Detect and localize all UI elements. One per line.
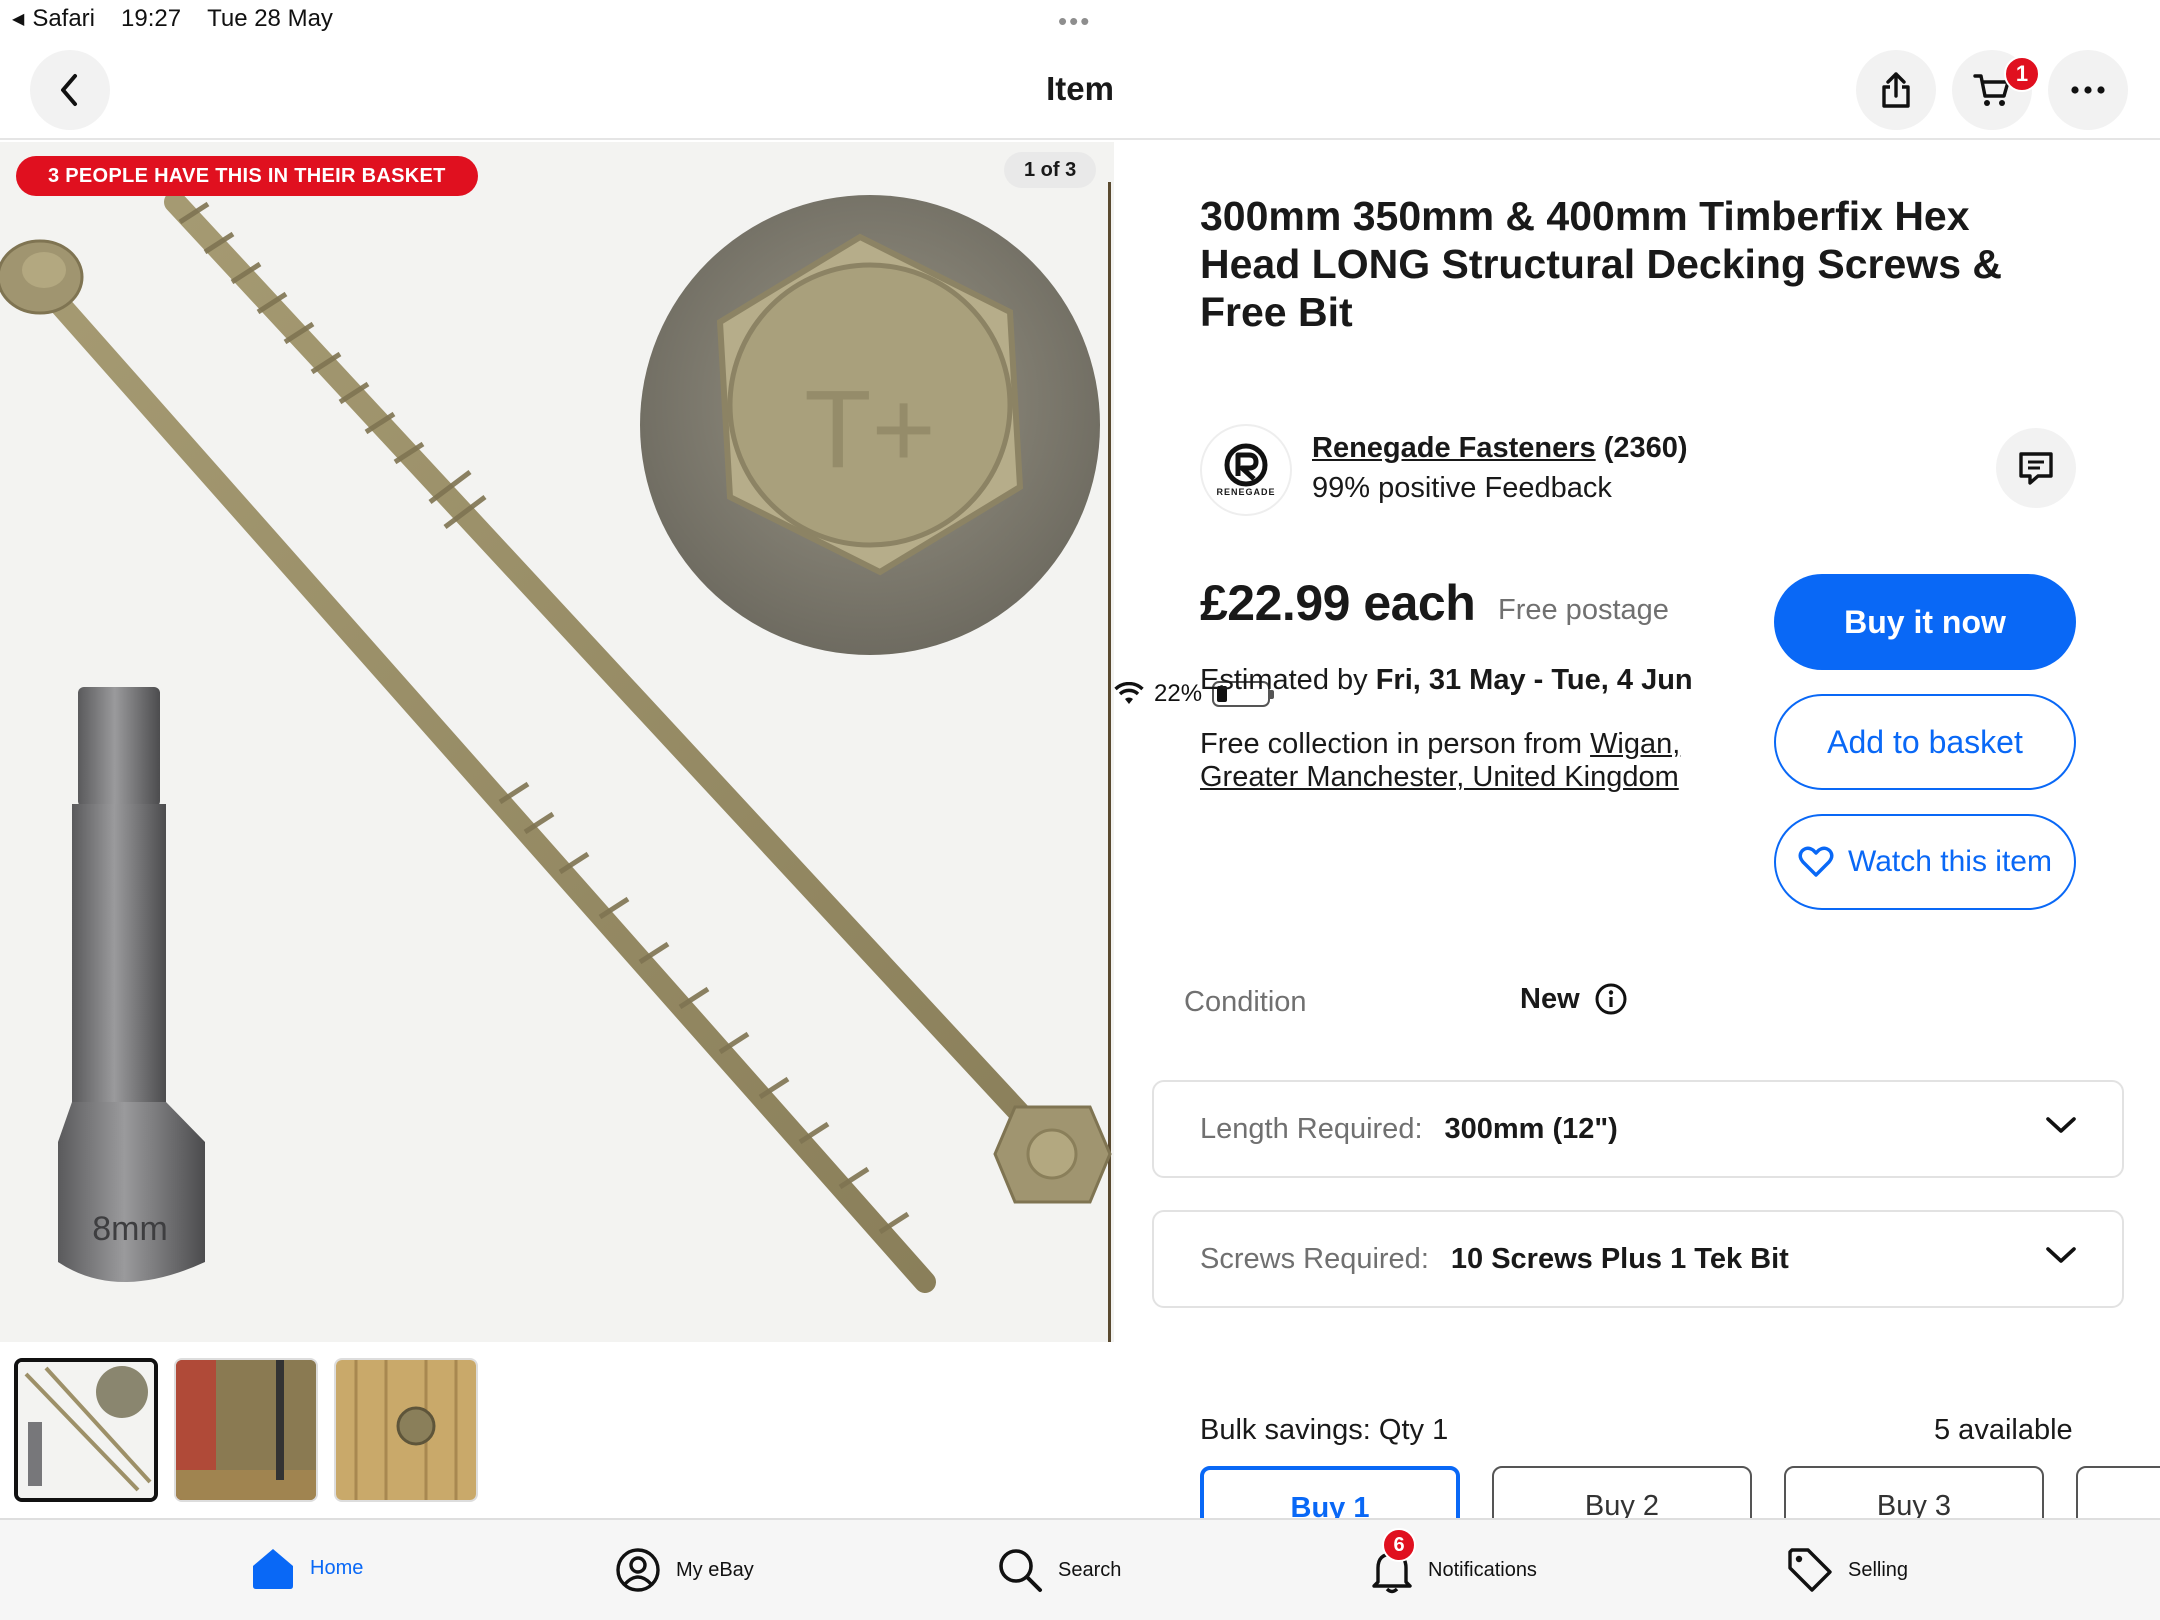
status-time: 19:27 [121, 5, 182, 32]
seller-feedback-count: (2360) [1603, 432, 1688, 464]
image-counter: 1 of 3 [1004, 152, 1097, 188]
bulk-savings-label: Bulk savings: Qty 1 [1200, 1414, 1449, 1446]
back-to-safari[interactable]: ◀ Safari [12, 5, 95, 33]
multitask-dots-icon[interactable]: ••• [1058, 6, 1091, 37]
seller-name[interactable]: Renegade Fasteners [1312, 432, 1596, 464]
status-date: Tue 28 May [207, 5, 333, 32]
seller-feedback: 99% positive Feedback [1312, 472, 1612, 504]
more-options-button[interactable] [2048, 50, 2128, 130]
delivery-estimate: Estimated by Fri, 31 May - Tue, 4 Jun [1200, 664, 1693, 697]
share-icon [1882, 72, 1910, 108]
share-button[interactable] [1856, 50, 1936, 130]
tab-notifications[interactable]: 6 Notifications [1370, 1528, 1537, 1594]
condition-value-row: New [1520, 982, 1628, 1016]
buy-2-option[interactable]: Buy 2 [1492, 1466, 1752, 1526]
seller-logo-text: RENEGADE [1216, 487, 1276, 497]
buy-3-option[interactable]: Buy 3 [1784, 1466, 2044, 1526]
collection-prefix: Free collection in person from [1200, 728, 1591, 760]
estimated-prefix: Estimated by [1200, 664, 1376, 696]
tab-home-label: Home [310, 1556, 364, 1579]
add-to-basket-button[interactable]: Add to basket [1774, 694, 2076, 790]
home-icon [253, 1549, 293, 1589]
thumbnail-strip [14, 1358, 478, 1502]
item-details: 300mm 350mm & 400mm Timberfix Hex Head L… [1114, 142, 2160, 1526]
tab-notifications-label: Notifications [1428, 1558, 1537, 1581]
status-bar: ◀ Safari 19:27 Tue 28 May ••• 22% [0, 0, 2160, 707]
collection-info: Free collection in person from Wigan, Gr… [1200, 728, 1720, 794]
thumbnail-1[interactable] [14, 1358, 158, 1502]
bulk-buy-options: Buy 1 Buy 2 Buy 3 [1200, 1466, 2160, 1526]
bottom-tab-bar: Home My eBay Search 6 Notifications Sell… [0, 1518, 2160, 1620]
condition-value: New [1520, 982, 1580, 1015]
bit-size-text: 8mm [92, 1210, 168, 1248]
notifications-count-badge: 6 [1382, 1528, 1416, 1562]
heart-icon [1798, 846, 1834, 877]
tag-icon [1788, 1548, 1832, 1592]
top-navigation: Item 1 [0, 40, 2160, 140]
chevron-down-icon [2046, 1247, 2076, 1263]
length-required-value: 300mm (12") [1444, 1112, 1618, 1145]
tab-selling-label: Selling [1848, 1558, 1909, 1581]
estimated-dates: Fri, 31 May - Tue, 4 Jun [1375, 664, 1693, 696]
available-count: 5 available [1934, 1414, 2073, 1446]
chevron-down-icon [2046, 1117, 2076, 1133]
buy-1-option[interactable]: Buy 1 [1200, 1466, 1460, 1526]
basket-count-banner: 3 PEOPLE HAVE THIS IN THEIR BASKET [16, 156, 478, 196]
product-main-image[interactable]: T+ 8mm [0, 142, 1114, 1342]
length-required-label: Length Required: [1200, 1112, 1423, 1145]
renegade-logo-icon [1224, 443, 1268, 487]
screws-required-value: 10 Screws Plus 1 Tek Bit [1450, 1242, 1789, 1275]
watch-item-button[interactable]: Watch this item [1774, 814, 2076, 910]
back-app-label: Safari [32, 5, 96, 32]
more-dots-icon [2071, 86, 2105, 94]
screws-required-select[interactable]: Screws Required: 10 Screws Plus 1 Tek Bi… [1152, 1210, 2124, 1308]
user-icon [616, 1548, 660, 1592]
watch-item-label: Watch this item [1848, 845, 2052, 878]
thumbnail-2[interactable] [174, 1358, 318, 1502]
tab-selling[interactable]: Selling [1786, 1546, 1908, 1594]
product-image-gallery[interactable]: T+ 8mm 3 PEOPLE HAVE THIS IN THEIR BASKE… [0, 142, 1114, 1342]
tab-my-ebay[interactable]: My eBay [614, 1546, 754, 1594]
seller-logo[interactable]: RENEGADE [1200, 424, 1292, 516]
length-required-select[interactable]: Length Required: 300mm (12") [1152, 1080, 2124, 1178]
cart-button[interactable]: 1 [1952, 50, 2040, 130]
search-icon [999, 1549, 1042, 1592]
tab-search-label: Search [1058, 1558, 1122, 1581]
screws-required-label: Screws Required: [1200, 1242, 1429, 1275]
back-triangle-icon: ◀ [12, 11, 25, 28]
thumbnail-3[interactable] [334, 1358, 478, 1502]
postage-info: Free postage [1498, 594, 1669, 626]
svg-text:T+: T+ [804, 368, 935, 491]
page-title: Item [1046, 70, 1114, 107]
contact-seller-button[interactable] [1996, 428, 2076, 508]
tab-my-ebay-label: My eBay [676, 1558, 754, 1581]
item-price: £22.99 each [1200, 575, 1476, 631]
buy-more-option[interactable] [2076, 1466, 2160, 1526]
buy-it-now-button[interactable]: Buy it now [1774, 574, 2076, 670]
tab-home[interactable]: Home [250, 1546, 363, 1590]
seller-name-link[interactable]: Renegade Fasteners (2360) [1312, 432, 1688, 465]
product-title: 300mm 350mm & 400mm Timberfix Hex Head L… [1200, 193, 2003, 335]
info-icon[interactable] [1594, 982, 1628, 1016]
message-icon [2019, 452, 2053, 485]
tab-search[interactable]: Search [996, 1546, 1121, 1594]
cart-count-badge: 1 [2004, 56, 2040, 92]
condition-label: Condition [1184, 986, 1307, 1018]
